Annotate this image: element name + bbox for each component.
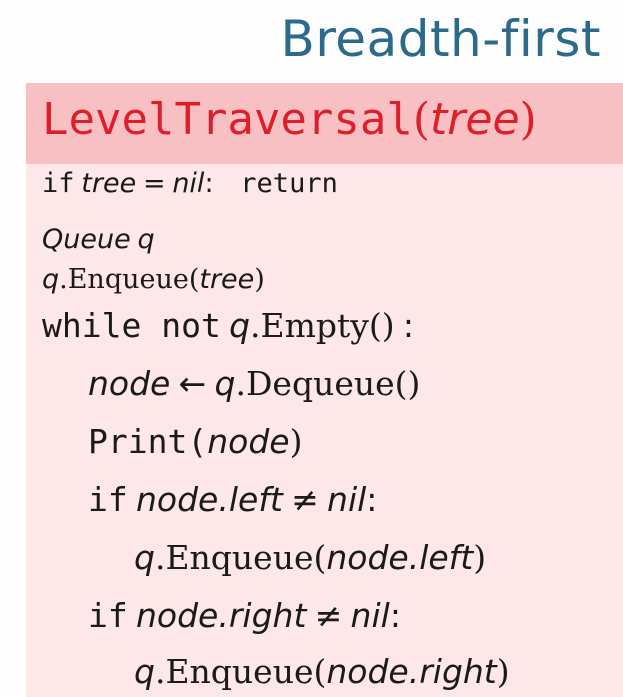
expr-node-left: node.left [136,480,283,519]
keyword-if: if [88,480,128,519]
method-enqueue: .Enqueue( [154,538,327,577]
code-line-10: q.Enqueue(node.right) [134,652,510,692]
code-line-1: if tree = nil: return [42,168,338,199]
val-nil: nil [172,168,205,199]
val-nil: nil [350,596,390,635]
code-line-3: q.Enqueue(tree) [42,264,265,295]
colon: : [366,480,378,519]
algorithm-param: tree [430,94,520,145]
keyword-if: if [42,168,75,199]
var-node: node [88,364,171,403]
code-line-8: q.Enqueue(node.left) [134,538,486,578]
not-equal-op: ≠ [314,596,343,635]
keyword-while-not: while not [42,306,221,345]
open-paren: ( [412,94,431,145]
keyword-if: if [88,596,128,635]
var-tree: tree [81,168,137,199]
obj-q: q [229,306,251,345]
slide: Breadth-first LevelTraversal(tree) if tr… [0,0,623,697]
algorithm-name: LevelTraversal [42,94,413,145]
obj-q: q [42,264,60,295]
algorithm-signature: LevelTraversal(tree) [42,94,537,145]
method-empty: .Empty() [250,306,395,345]
expr-node-right: node.right [136,596,307,635]
obj-q: q [134,652,155,691]
not-equal-op: ≠ [291,480,319,519]
colon: : [204,168,214,199]
close-paren: ) [519,94,537,145]
arg-node-right: node.right [326,652,497,691]
method-enqueue: .Enqueue( [154,652,327,691]
close-paren: ) [496,652,510,691]
obj-q: q [134,538,155,577]
code-line-5: node ← q.Dequeue() [88,364,420,404]
arg-tree: tree [199,264,255,295]
keyword-return: return [240,168,338,199]
method-enqueue: .Enqueue( [59,264,200,295]
equals-op: = [142,168,166,199]
close-paren: ) [289,422,303,461]
close-paren: ) [254,264,265,295]
code-line-9: if node.right ≠ nil: [88,596,401,636]
code-line-6: Print(node) [88,422,302,462]
arg-node: node [207,422,290,461]
close-paren: ) [473,538,487,577]
method-dequeue: .Dequeue() [235,364,421,403]
val-nil: nil [327,480,367,519]
fn-print: Print( [88,422,208,461]
code-line-7: if node.left ≠ nil: [88,480,377,520]
type-queue: Queue [42,224,131,255]
var-q: q [137,224,155,255]
obj-q: q [214,364,236,403]
arg-node-left: node.left [326,538,474,577]
colon: : [402,306,415,345]
colon: : [389,596,401,635]
assign-arrow: ← [178,364,207,403]
slide-title: Breadth-first [280,10,601,68]
code-line-2: Queue q [42,224,155,255]
code-line-4: while not q.Empty() : [42,306,414,346]
